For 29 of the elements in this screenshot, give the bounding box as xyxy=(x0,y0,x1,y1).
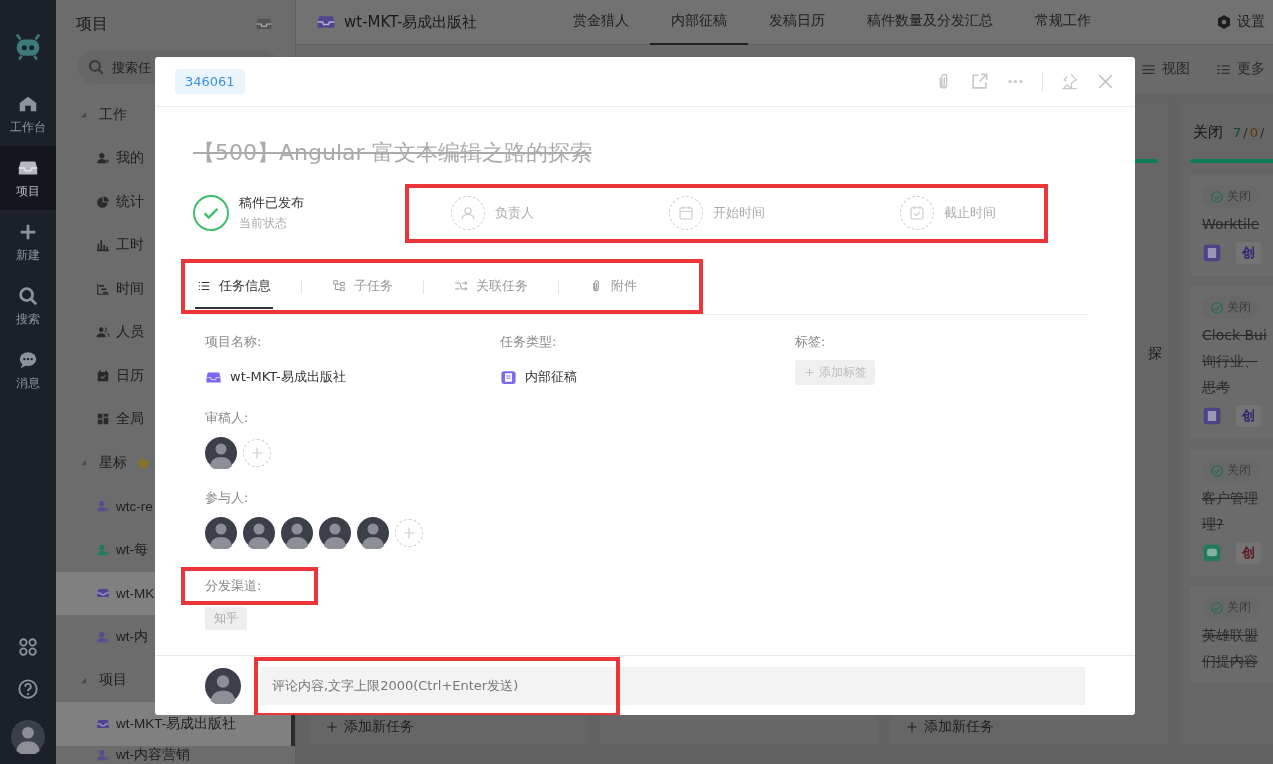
field-label: 审稿人: xyxy=(205,409,250,427)
card-title: 思考 xyxy=(1202,378,1231,397)
sidebar-title: 项目 xyxy=(76,13,108,35)
card-title: 英雄联盟 xyxy=(1202,626,1259,645)
card-text: 探 xyxy=(1148,345,1162,363)
card-title: 询行业、 xyxy=(1202,352,1259,371)
field-value: wt-MKT-易成出版社 xyxy=(230,368,346,386)
field-label: 任务类型: xyxy=(500,333,558,351)
task-id-badge: 346061 xyxy=(175,69,245,94)
card-title: 客户管理 xyxy=(1202,489,1259,508)
project-title: wt-MKT-易成出版社 xyxy=(344,12,478,32)
card-title: Worktile xyxy=(1202,215,1261,234)
field-label: 标签: xyxy=(795,333,827,351)
task-count: 7/0/ xyxy=(1233,124,1265,140)
field-value: 内部征稿 xyxy=(525,368,577,386)
tag: 知乎 xyxy=(205,607,247,630)
tag: 创 xyxy=(1236,542,1261,564)
card-title: Clock Bui xyxy=(1202,326,1268,345)
tag: 创 xyxy=(1236,405,1261,427)
status-caption: 当前状态 xyxy=(239,215,288,232)
card-title: 们提内容 xyxy=(1202,652,1259,671)
tag: 创 xyxy=(1236,242,1261,264)
field-label: 参与人: xyxy=(205,489,250,507)
task-title: 【500】Angular 富文本编辑之路的探索 xyxy=(193,139,593,167)
card-title: 理? xyxy=(1202,515,1225,534)
field-label: 项目名称: xyxy=(205,333,263,351)
column-title: 关闭 xyxy=(1193,122,1223,142)
field-label: 分发渠道: xyxy=(205,578,262,593)
status-label: 稿件已发布 xyxy=(239,194,304,212)
